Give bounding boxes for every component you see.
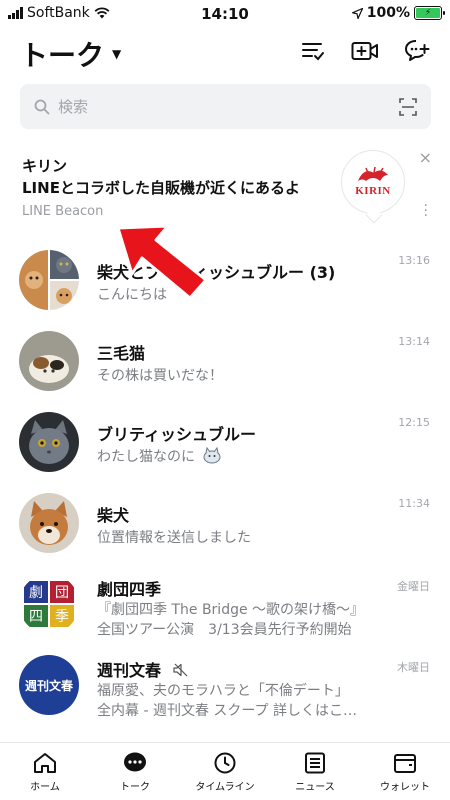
video-call-add-button[interactable] [350,36,380,66]
status-right: 100% ⚡ [351,5,445,21]
chat-name: 週刊文春 [97,657,189,681]
battery-icon: ⚡ [414,6,445,20]
chat-add-icon [405,40,430,61]
chat-preview: 位置情報を送信しました [97,530,251,546]
home-icon [34,753,56,773]
battery-percent: 100% [366,5,410,21]
shiki-char: 四 [24,605,48,627]
chat-item-shiba[interactable]: 柴犬 位置情報を送信しました 11:34 [0,483,450,564]
chat-list: 柴犬とブリティッシュブルー (3) こんにちは 13:16 三毛猫 その株は買い… [0,240,450,726]
header-actions [298,36,432,66]
chat-preview: こんにちは [97,287,167,303]
tab-label: ニュース [295,782,335,793]
beacon-message: LINEとコラボした自販機が近くにあるよ [22,179,300,197]
mute-icon [172,663,188,677]
tab-label: タイムライン [195,782,255,793]
chat-name: ブリティッシュブルー [97,425,257,444]
status-bar: SoftBank 14:10 100% ⚡ [0,0,450,28]
chat-time: 金曜日 [397,580,430,593]
video-call-add-icon [351,42,378,60]
tab-label: トーク [120,782,150,793]
chat-preview: その株は買いだな！ [97,368,223,384]
tab-timeline[interactable]: タイムライン [180,743,270,800]
chat-time: 13:14 [398,335,430,348]
shiki-char: 団 [50,581,74,603]
tab-label: ウォレット [380,782,430,793]
chat-preview-line2: 全内幕 - 週刊文春 スクープ 詳しくはこ… [97,703,358,719]
beacon-banner[interactable]: キリン LINEとコラボした自販機が近くにあるよ LINE Beacon KIR… [0,140,450,235]
chat-preview: 『劇団四季 The Bridge 〜歌の架け橋〜』 [97,602,365,618]
shiki-char: 劇 [24,581,48,603]
chat-preview: 福原愛、夫のモラハラと「不倫デート」 [97,683,349,699]
news-icon [305,752,325,774]
tab-label: ホーム [30,782,60,793]
chat-name-text: 週刊文春 [97,661,162,680]
chat-item-bunshun[interactable]: 週刊文春 週刊文春 福原愛、夫のモラハラと「不倫デート」 全内幕 - 週刊文春 … [0,645,450,726]
shiki-char: 季 [50,605,74,627]
kirin-logo-text: KIRIN [355,185,391,197]
sort-list-button[interactable] [298,36,328,66]
shiba-dog-avatar [19,493,79,553]
chat-item-mikeneko[interactable]: 三毛猫 その株は買いだな！ 13:14 [0,321,450,402]
page-title: トーク [20,39,105,72]
chat-name: 柴犬とブリティッシュブルー (3) [97,263,336,282]
tab-home[interactable]: ホーム [0,743,90,800]
close-beacon-button[interactable]: × [419,148,432,167]
bunshun-logo-text: 週刊文春 [24,678,73,693]
chat-time: 12:15 [398,416,430,429]
grey-cat-avatar [19,412,79,472]
timeline-clock-icon [214,752,236,774]
group-avatar [19,250,79,310]
search-bar [20,84,431,129]
qr-scan-icon[interactable] [399,97,417,116]
bunshun-logo-avatar: 週刊文春 [19,655,79,715]
talk-title-dropdown[interactable]: トーク ▼ [20,34,121,74]
wallet-icon [394,754,416,773]
chat-preview: わたし猫なのに [97,446,223,466]
kirin-creature-icon [358,167,388,181]
chat-item-group[interactable]: 柴犬とブリティッシュブルー (3) こんにちは 13:16 [0,240,450,321]
search-input[interactable] [58,97,399,116]
bottom-tab-bar: ホーム トーク タイムライン ニュース ウォレット [0,742,450,800]
chat-item-british-blue[interactable]: ブリティッシュブルー わたし猫なのに 12:15 [0,402,450,483]
chat-preview-text: わたし猫なのに [97,449,195,465]
more-options-icon[interactable]: · · · [424,199,428,223]
tab-talk[interactable]: トーク [90,743,180,800]
beacon-source: LINE Beacon [22,204,104,219]
chat-preview-line2: 全国ツアー公演 3/13会員先行予約開始 [97,622,352,638]
cat-sticker-icon [203,446,221,464]
sort-list-icon [302,43,324,61]
caret-down-icon: ▼ [112,47,122,61]
tab-news[interactable]: ニュース [270,743,360,800]
chat-time: 13:16 [398,254,430,267]
search-icon [34,99,50,114]
chat-time: 木曜日 [397,661,430,674]
chat-item-shiki[interactable]: 劇 団 四 季 劇団四季 『劇団四季 The Bridge 〜歌の架け橋〜』 全… [0,564,450,645]
chat-name: 劇団四季 [97,580,162,599]
chat-name: 三毛猫 [97,344,146,363]
chat-time: 11:34 [398,497,430,510]
calico-cat-avatar [19,331,79,391]
kirin-logo: KIRIN [341,150,405,224]
tab-wallet[interactable]: ウォレット [360,743,450,800]
location-arrow-icon [351,7,363,19]
new-chat-button[interactable] [402,36,432,66]
beacon-title: キリン [22,157,68,175]
shiki-logo-avatar: 劇 団 四 季 [19,574,79,634]
chat-name: 柴犬 [97,506,130,525]
header: トーク ▼ [0,28,450,76]
talk-icon [124,752,146,772]
